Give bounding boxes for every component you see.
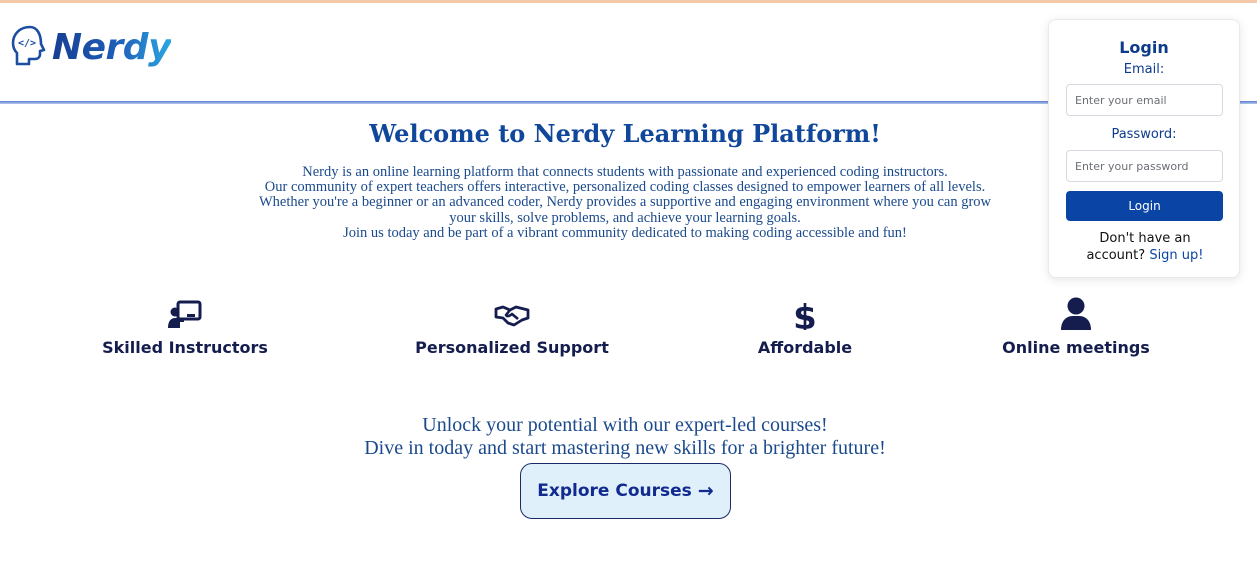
feature-online-meetings: Online meetings [1002, 297, 1150, 357]
handshake-icon [494, 305, 530, 327]
intro-line-2: Our community of expert teachers offers … [259, 179, 991, 226]
signup-prompt: Don't have an account? Sign up! [1069, 230, 1221, 264]
cta-line-1: Unlock your potential with our expert-le… [422, 414, 828, 436]
feature-label: Skilled Instructors [102, 338, 268, 357]
explore-courses-label: Explore Courses [537, 481, 692, 501]
features-row: Skilled Instructors Personalized Support… [0, 297, 1257, 370]
feature-label: Personalized Support [415, 338, 609, 357]
arrow-right-icon: → [697, 479, 714, 502]
email-label: Email: [1123, 62, 1165, 77]
login-card: Login Email: Password: Login Don't have … [1048, 19, 1240, 278]
teacher-board-icon [168, 300, 202, 328]
dollar-icon: $ [793, 300, 817, 330]
feature-label: Online meetings [1002, 338, 1150, 357]
password-input[interactable] [1066, 150, 1223, 182]
feature-label: Affordable [757, 338, 853, 357]
signup-link[interactable]: Sign up! [1149, 248, 1203, 263]
user-icon [1061, 297, 1091, 330]
feature-skilled-instructors: Skilled Instructors [102, 300, 268, 357]
explore-courses-button[interactable]: Explore Courses → [520, 463, 731, 519]
intro-paragraph: Nerdy is an online learning platform tha… [245, 164, 1005, 241]
cta-line-2: Dive in today and start mastering new sk… [364, 437, 886, 459]
cta-text: Unlock your potential with our expert-le… [0, 414, 1250, 460]
page-title: Welcome to Nerdy Learning Platform! [369, 119, 881, 148]
login-button[interactable]: Login [1066, 191, 1223, 221]
coding-head-icon: </> [11, 25, 46, 66]
brand-name: Nerdy [52, 26, 172, 68]
svg-text:</>: </> [18, 38, 36, 49]
intro-line-1: Nerdy is an online learning platform tha… [302, 164, 948, 180]
intro-line-3: Join us today and be part of a vibrant c… [343, 224, 907, 241]
email-input[interactable] [1066, 84, 1223, 116]
feature-personalized-support: Personalized Support [415, 300, 609, 357]
feature-affordable: $ Affordable [757, 300, 853, 357]
svg-text:$: $ [793, 300, 817, 330]
logo[interactable]: </> Nerdy [10, 23, 172, 71]
login-title: Login [1119, 38, 1169, 57]
